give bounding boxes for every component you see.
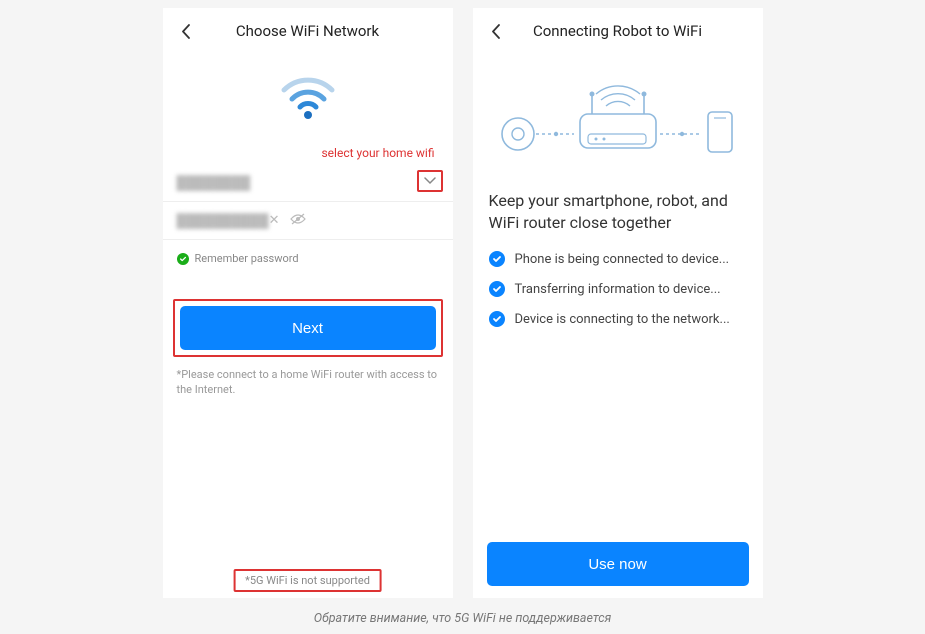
screen-choose-wifi: Choose WiFi Network select your home wif… (163, 8, 453, 598)
wifi-icon (163, 72, 453, 120)
image-caption: Обратите внимание, что 5G WiFi не поддер… (0, 611, 925, 626)
use-now-button[interactable]: Use now (487, 542, 749, 586)
status-item: Transferring information to device... (489, 281, 747, 297)
eye-icon[interactable] (290, 213, 306, 229)
password-value: ██████████ (177, 213, 269, 229)
check-icon (489, 281, 505, 297)
instruction-heading: Keep your smartphone, robot, and WiFi ro… (473, 190, 763, 233)
status-item: Phone is being connected to device... (489, 251, 747, 267)
header: Choose WiFi Network (163, 8, 453, 54)
remember-password-toggle[interactable]: Remember password (163, 240, 453, 277)
check-icon (177, 253, 189, 265)
next-button[interactable]: Next (180, 306, 436, 350)
remember-label: Remember password (195, 252, 299, 265)
status-text: Device is connecting to the network... (515, 312, 730, 327)
next-highlight-box: Next (173, 299, 443, 357)
page-title: Connecting Robot to WiFi (505, 22, 731, 40)
screen-connecting: Connecting Robot to WiFi (473, 8, 763, 598)
status-text: Transferring information to device... (515, 282, 721, 297)
connection-illustration (473, 72, 763, 162)
back-button[interactable] (177, 22, 195, 40)
check-icon (489, 311, 505, 327)
warning-5g: *5G WiFi is not supported (233, 569, 382, 592)
chevron-down-icon (424, 177, 436, 185)
hint-select-wifi: select your home wifi (163, 146, 453, 160)
back-button[interactable] (487, 22, 505, 40)
ssid-field[interactable]: ████████ (163, 164, 453, 202)
status-list: Phone is being connected to device... Tr… (473, 251, 763, 327)
page-title: Choose WiFi Network (195, 22, 421, 40)
ssid-value: ████████ (177, 175, 251, 191)
ssid-dropdown[interactable] (417, 170, 443, 192)
check-icon (489, 251, 505, 267)
connect-note: *Please connect to a home WiFi router wi… (163, 357, 453, 398)
status-text: Phone is being connected to device... (515, 252, 730, 267)
password-field[interactable]: ██████████ ✕ (163, 202, 453, 240)
status-item: Device is connecting to the network... (489, 311, 747, 327)
header: Connecting Robot to WiFi (473, 8, 763, 54)
clear-icon[interactable]: ✕ (269, 213, 280, 229)
